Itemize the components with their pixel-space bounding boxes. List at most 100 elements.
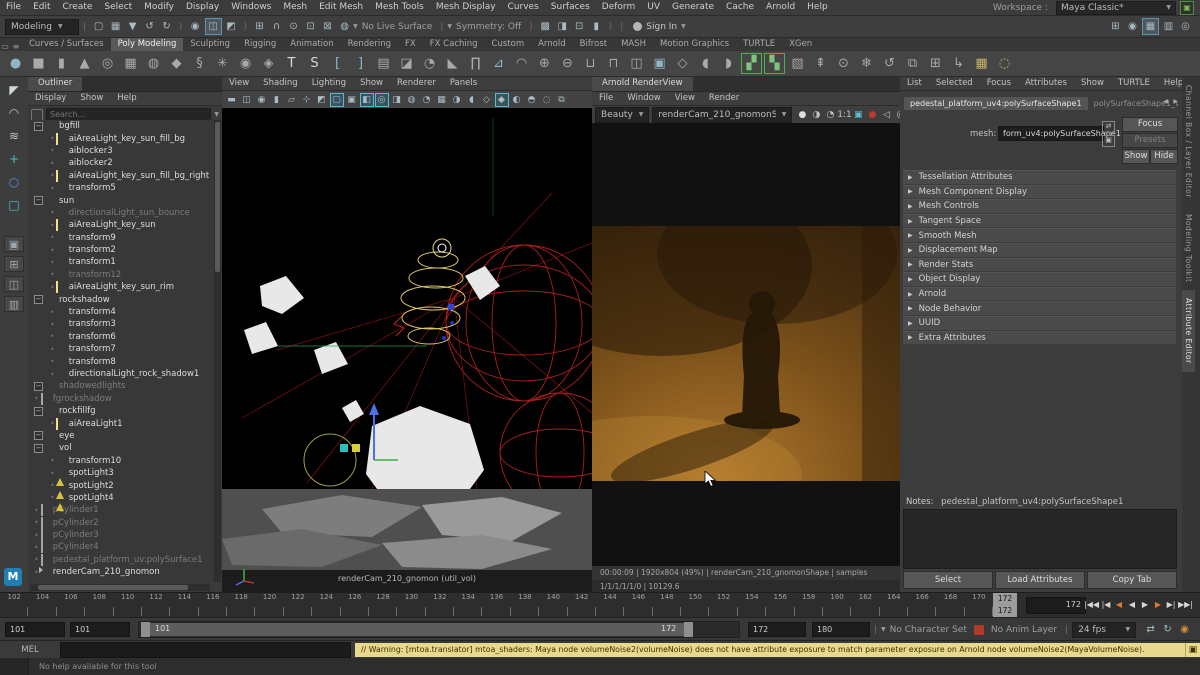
playback-start-field[interactable]: 101 — [70, 622, 130, 637]
menu-display[interactable]: Display — [180, 0, 225, 15]
playhead[interactable]: 172 172 — [993, 593, 1017, 618]
tab-scroll-left-icon[interactable]: ◀ — [1163, 98, 1168, 105]
shelf-tab-curves-surfaces[interactable]: Curves / Surfaces — [22, 38, 111, 51]
presets-button[interactable]: Presets — [1122, 133, 1178, 148]
snap-point-icon[interactable]: ⊙ — [286, 19, 301, 34]
outliner-item-rockshadow[interactable]: −rockshadow — [28, 293, 214, 305]
make-live-icon[interactable]: ◍ — [337, 19, 352, 34]
section-mesh-component-display[interactable]: ▶Mesh Component Display — [903, 185, 1176, 199]
section-tessellation-attributes[interactable]: ▶Tessellation Attributes — [903, 170, 1176, 184]
ab-compare-icon[interactable]: ◑ — [809, 108, 823, 122]
hide-button[interactable]: Hide — [1150, 149, 1178, 164]
shelf-tab-motion-graphics[interactable]: Motion Graphics — [653, 38, 736, 51]
playback-loop-icon[interactable]: ⇄ — [1143, 622, 1158, 637]
open-scene-icon[interactable]: ▦ — [108, 19, 123, 34]
outliner-item-sun[interactable]: −sun — [28, 194, 214, 206]
shelf-gear-icon[interactable]: ≡ — [10, 42, 22, 51]
bookmark-icon[interactable]: ▮ — [270, 93, 284, 107]
outliner-item-aiblocker3[interactable]: •aiblocker3 — [28, 145, 214, 157]
bridge-icon[interactable]: ∏ — [465, 53, 486, 74]
time-tick-158[interactable]: 158 — [795, 593, 823, 618]
outliner-item-aiarealight-key-sun-rim[interactable]: •aiAreaLight_key_sun_rim — [28, 281, 214, 293]
sign-in-button[interactable]: Sign In ▼ — [633, 22, 685, 32]
renderview-menu-window[interactable]: Window — [620, 92, 668, 105]
viewport-renderer-icon[interactable]: ⧉ — [555, 93, 569, 107]
torus-icon[interactable]: ◎ — [97, 53, 118, 74]
snap-curve-icon[interactable]: ∩ — [269, 19, 284, 34]
outliner-item-transform8[interactable]: •transform8 — [28, 355, 214, 367]
viewport-menu-show[interactable]: Show — [353, 77, 390, 90]
shelf-tab-bifrost[interactable]: Bifrost — [573, 38, 614, 51]
normals-icon[interactable]: ⇞ — [810, 53, 831, 74]
anim-layer-label[interactable]: No Anim Layer — [991, 625, 1057, 635]
renderview-menu-view[interactable]: View — [668, 92, 702, 105]
time-tick-152[interactable]: 152 — [709, 593, 737, 618]
outliner-item-transform12[interactable]: •transform12 — [28, 269, 214, 281]
step-back-key-button[interactable]: |◀ — [1100, 595, 1112, 614]
2d-pan-zoom-icon[interactable]: ⊹ — [300, 93, 314, 107]
time-tick-144[interactable]: 144 — [596, 593, 624, 618]
sphere-icon[interactable]: ● — [5, 53, 26, 74]
time-tick-126[interactable]: 126 — [341, 593, 369, 618]
outliner-item-transform9[interactable]: •transform9 — [28, 232, 214, 244]
joints-xray-icon[interactable]: ◆ — [495, 93, 509, 107]
text-tool-icon[interactable]: T — [281, 53, 302, 74]
scale-tool-icon[interactable]: □ — [4, 195, 24, 215]
menu-set-select[interactable]: Modeling ▼ — [5, 19, 79, 35]
live-surface-label[interactable]: No Live Surface — [362, 22, 433, 32]
mesh-field[interactable]: form_uv4:polySurfaceShape1 — [998, 126, 1104, 141]
outliner-item-pedestal-platform-uv-polysurface1[interactable]: •pedestal_platform_uv:polySurface1 — [28, 554, 214, 566]
shelf-tab-sculpting[interactable]: Sculpting — [183, 38, 237, 51]
range-bar[interactable]: 101 172 — [138, 621, 740, 638]
copy-tab-button[interactable]: Copy Tab — [1087, 571, 1177, 589]
rotate-tool-icon[interactable]: ○ — [4, 172, 24, 192]
outliner-menu-display[interactable]: Display — [28, 92, 73, 105]
expand-collapse-icon[interactable]: − — [34, 444, 43, 453]
select-hierarchy-icon[interactable]: ◉ — [188, 19, 203, 34]
section-uuid[interactable]: ▶UUID — [903, 316, 1176, 330]
mel-command-input[interactable] — [60, 642, 351, 658]
expand-collapse-icon[interactable]: − — [34, 382, 43, 391]
workspace-select[interactable]: Maya Classic* ▼ — [1056, 1, 1176, 15]
oversampling-icon[interactable]: ◩ — [315, 93, 329, 107]
isolate-select-icon[interactable]: ◖ — [465, 93, 479, 107]
layout-single-icon[interactable]: ▣ — [4, 236, 24, 252]
time-tick-124[interactable]: 124 — [312, 593, 340, 618]
outliner-item-aiarealight1[interactable]: •aiAreaLight1 — [28, 417, 214, 429]
outliner-item-fgrockshadow[interactable]: •fgrockshadow — [28, 393, 214, 405]
textured-icon[interactable]: ◧ — [360, 93, 374, 107]
vertical-tab-attribute-editor[interactable]: Attribute Editor — [1182, 290, 1195, 372]
outliner-item-rockfillfg[interactable]: −rockfillfg — [28, 405, 214, 417]
renderview-menu-file[interactable]: File — [592, 92, 620, 105]
section-render-stats[interactable]: ▶Render Stats — [903, 258, 1176, 272]
section-node-behavior[interactable]: ▶Node Behavior — [903, 301, 1176, 315]
time-tick-156[interactable]: 156 — [766, 593, 794, 618]
time-tick-138[interactable]: 138 — [511, 593, 539, 618]
snap-projected-center-icon[interactable]: ⊡ — [303, 19, 318, 34]
shelf-tab-animation[interactable]: Animation — [283, 38, 340, 51]
resolution-half-icon[interactable]: ◔ — [823, 108, 837, 122]
load-attributes-button[interactable]: Load Attributes — [995, 571, 1085, 589]
outliner-item-bgfill[interactable]: −bgfill — [28, 120, 214, 132]
outliner-item-vol[interactable]: −vol — [28, 442, 214, 454]
svg-tool-icon[interactable]: S — [304, 53, 325, 74]
exposure-icon[interactable]: ◐ — [510, 93, 524, 107]
shelf-tab-mash[interactable]: MASH — [614, 38, 653, 51]
time-tick-120[interactable]: 120 — [255, 593, 283, 618]
vertical-tab-channel-box-layer-editor[interactable]: Channel Box / Layer Editor — [1182, 77, 1195, 206]
time-tick-150[interactable]: 150 — [681, 593, 709, 618]
script-editor-icon[interactable]: ▣ — [1185, 643, 1200, 657]
outliner-item-transform6[interactable]: •transform6 — [28, 331, 214, 343]
outliner-item-pcylinder4[interactable]: •pCylinder4 — [28, 541, 214, 553]
lock-camera-icon[interactable]: ◫ — [240, 93, 254, 107]
outliner-item-rendercam-210-gnomon[interactable]: •renderCam_210_gnomon — [28, 566, 214, 578]
bevel-icon[interactable]: ◣ — [442, 53, 463, 74]
time-tick-168[interactable]: 168 — [936, 593, 964, 618]
step-forward-frame-button[interactable]: ▶ — [1152, 595, 1164, 614]
render-camera-select[interactable]: renderCam_210_gnomonShap ▼ — [652, 107, 792, 123]
extrude-icon[interactable]: ⊿ — [488, 53, 509, 74]
edge-loop-icon[interactable]: ▤ — [373, 53, 394, 74]
shelf-tab-poly-modeling[interactable]: Poly Modeling — [111, 38, 184, 51]
menu-windows[interactable]: Windows — [225, 0, 277, 15]
command-language-label[interactable]: MEL — [0, 645, 60, 655]
